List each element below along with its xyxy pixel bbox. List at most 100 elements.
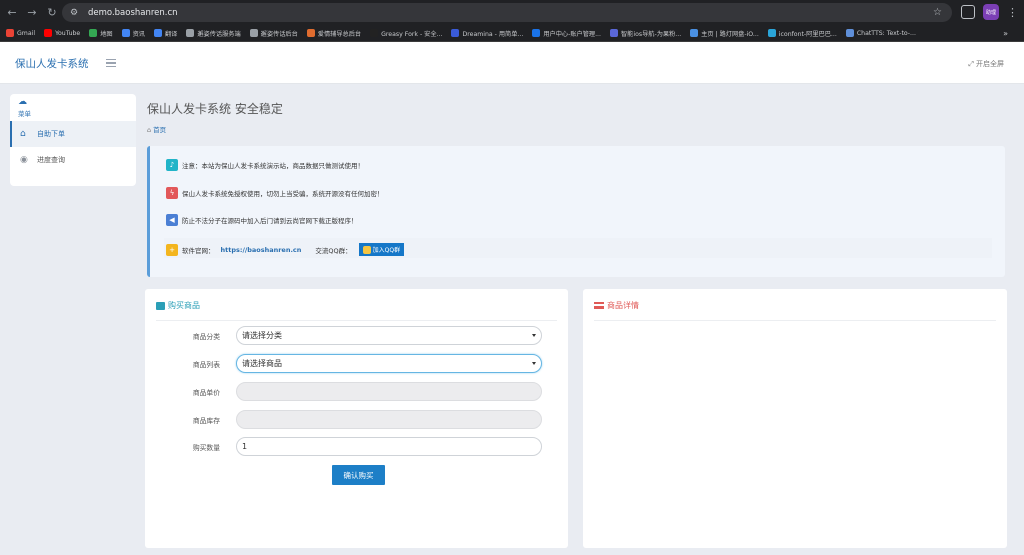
bookmark-star-icon[interactable]: ☆ [933, 7, 942, 18]
bookmark-label: 邂姿传话后台 [260, 30, 298, 38]
extensions-icon[interactable] [961, 5, 975, 19]
bookmark-item[interactable]: Gmail [6, 29, 35, 37]
bookmark-item[interactable]: 邂姿传话后台 [249, 29, 298, 38]
sidebar-title: 菜单 [18, 110, 31, 118]
expand-icon: ⤢ [968, 59, 974, 68]
stock-label: 商品库存 [192, 416, 220, 425]
confirm-purchase-button[interactable]: 确认购买 [332, 465, 385, 485]
bookmark-favicon-icon [609, 29, 618, 37]
bookmark-favicon-icon [532, 29, 541, 37]
menu-toggle-icon[interactable] [106, 59, 116, 67]
bookmark-favicon-icon [767, 29, 776, 37]
product-select[interactable]: 请选择商品 [236, 354, 542, 373]
join-qq-group-button[interactable]: 加入QQ群 [358, 243, 405, 256]
product-value: 请选择商品 [242, 359, 282, 368]
bookmark-label: 用户中心-账户管理... [543, 30, 601, 38]
bookmark-favicon-icon [451, 29, 460, 37]
product-label: 商品列表 [192, 360, 220, 369]
fullscreen-label: 开启全屏 [976, 60, 1004, 68]
browser-toolbar: ← → ↻ ⚙ demo.baoshanren.cn ☆ 助理 ⋮ [0, 0, 1024, 25]
price-row: 商品单价 [145, 382, 542, 401]
bookmark-item[interactable]: 资讯 [121, 29, 145, 38]
bookmark-favicon-icon [690, 29, 699, 37]
breadcrumb[interactable]: ⌂ 首页 [147, 124, 166, 134]
category-value: 请选择分类 [242, 331, 282, 340]
chevron-down-icon [532, 334, 536, 337]
profile-avatar[interactable]: 助理 [983, 4, 999, 20]
website-link[interactable]: https://baoshanren.cn [221, 246, 302, 254]
join-qq-label: 加入QQ群 [372, 247, 401, 254]
category-label: 商品分类 [192, 332, 220, 341]
bookmark-item[interactable]: 翻译 [153, 29, 177, 38]
bookmark-item[interactable]: Greasy Fork - 安全... [370, 29, 442, 38]
category-select[interactable]: 请选择分类 [236, 326, 542, 345]
bookmark-item[interactable]: ChatTTS: Text-to-... [845, 29, 916, 37]
bell-icon: ♪ [166, 159, 178, 171]
bookmarks-bar: Gmail YouTube 地图 资讯 翻译 邂姿传话服务端 邂姿传话后台 爱情辅导总后台 Gr… [0, 25, 1024, 42]
divider [594, 320, 996, 321]
product-detail-card: 商品详情 [583, 289, 1007, 548]
bookmark-item[interactable]: YouTube [44, 29, 80, 37]
address-bar[interactable]: ⚙ demo.baoshanren.cn ☆ [62, 3, 952, 22]
stock-row: 商品库存 [145, 410, 542, 429]
bookmark-item[interactable]: 地图 [89, 29, 113, 38]
bookmark-label: 资讯 [132, 30, 145, 38]
bookmark-item[interactable]: 主页 | 路灯网盘-iO... [690, 29, 759, 38]
product-row: 商品列表 请选择商品 [145, 354, 542, 373]
page-title: 保山人发卡系统 安全稳定 [147, 102, 283, 116]
forward-icon[interactable]: → [24, 5, 40, 21]
cloud-icon: ☁ [18, 97, 27, 107]
breadcrumb-home[interactable]: 首页 [153, 126, 166, 134]
detail-card-title-text: 商品详情 [607, 301, 639, 310]
flash-icon: ϟ [166, 187, 178, 199]
home-icon: ⌂ [147, 126, 152, 134]
bookmark-favicon-icon [153, 29, 162, 37]
quantity-input[interactable]: 1 [236, 437, 542, 456]
sidebar-item-progress[interactable]: ◉ 进度查询 [10, 147, 136, 173]
price-label: 商品单价 [192, 388, 220, 397]
quantity-row: 购买数量 1 [145, 437, 542, 456]
website-label: 软件官网： [182, 246, 215, 255]
notice-text: 保山人发卡系统免授权使用，切勿上当受骗，系统开源没有任何加密！ [182, 190, 384, 198]
bookmark-label: 爱情辅导总后台 [317, 30, 362, 38]
browser-menu-icon[interactable]: ⋮ [1007, 6, 1018, 19]
home-icon: ⌂ [20, 129, 26, 139]
notice-row: ◀ 防止不法分子在源码中加入后门请到云尚官网下载正版程序！ [166, 214, 358, 226]
bookmark-label: 地图 [100, 30, 113, 38]
bookmark-favicon-icon [249, 29, 258, 37]
brand-title[interactable]: 保山人发卡系统 [15, 56, 89, 71]
shopping-bag-icon [156, 301, 165, 310]
bookmark-item[interactable]: iconfont-阿里巴巴... [767, 29, 837, 38]
bookmark-item[interactable]: 智能ios导航-为果粉... [609, 29, 681, 38]
bookmark-item[interactable]: Dreamina - 用简单... [451, 29, 523, 38]
url-text[interactable]: demo.baoshanren.cn [88, 8, 178, 18]
bookmark-favicon-icon [6, 29, 14, 37]
credit-card-icon [594, 302, 604, 309]
price-field [236, 382, 542, 401]
site-info-icon[interactable]: ⚙ [70, 8, 82, 18]
notice-text: 防止不法分子在源码中加入后门请到云尚官网下载正版程序！ [182, 217, 358, 225]
bookmark-label: iconfont-阿里巴巴... [778, 30, 837, 38]
reload-icon[interactable]: ↻ [44, 5, 60, 21]
buy-product-card: 购买商品 商品分类 请选择分类 商品列表 请选择商品 商品单价 商品库存 购买数… [145, 289, 568, 548]
sidebar-item-label: 进度查询 [37, 156, 65, 164]
quantity-value: 1 [242, 442, 248, 451]
bookmark-item[interactable]: 爱情辅导总后台 [306, 29, 362, 38]
bookmark-label: 邂姿传话服务端 [197, 30, 241, 38]
buy-card-title: 购买商品 [156, 300, 200, 311]
more-bookmarks-icon[interactable]: » [1003, 29, 1008, 38]
bookmark-favicon-icon [306, 29, 315, 37]
back-icon[interactable]: ← [4, 5, 20, 21]
fullscreen-button[interactable]: ⤢ 开启全屏 [968, 59, 1004, 69]
qq-group-label: 交流QQ群： [315, 246, 352, 255]
quantity-label: 购买数量 [192, 443, 220, 452]
notice-row-website: + 软件官网： https://baoshanren.cn 交流QQ群： 加入Q… [166, 243, 405, 256]
notice-row: ϟ 保山人发卡系统免授权使用，切勿上当受骗，系统开源没有任何加密！ [166, 187, 384, 199]
bookmark-favicon-icon [845, 29, 854, 37]
category-row: 商品分类 请选择分类 [145, 326, 542, 345]
sidebar-item-label: 自助下单 [37, 130, 65, 138]
bookmark-label: Dreamina - 用简单... [462, 30, 524, 38]
bookmark-item[interactable]: 用户中心-账户管理... [532, 29, 601, 38]
bookmark-item[interactable]: 邂姿传话服务端 [186, 29, 241, 38]
sidebar-item-self-order[interactable]: ⌂ 自助下单 [10, 121, 136, 147]
